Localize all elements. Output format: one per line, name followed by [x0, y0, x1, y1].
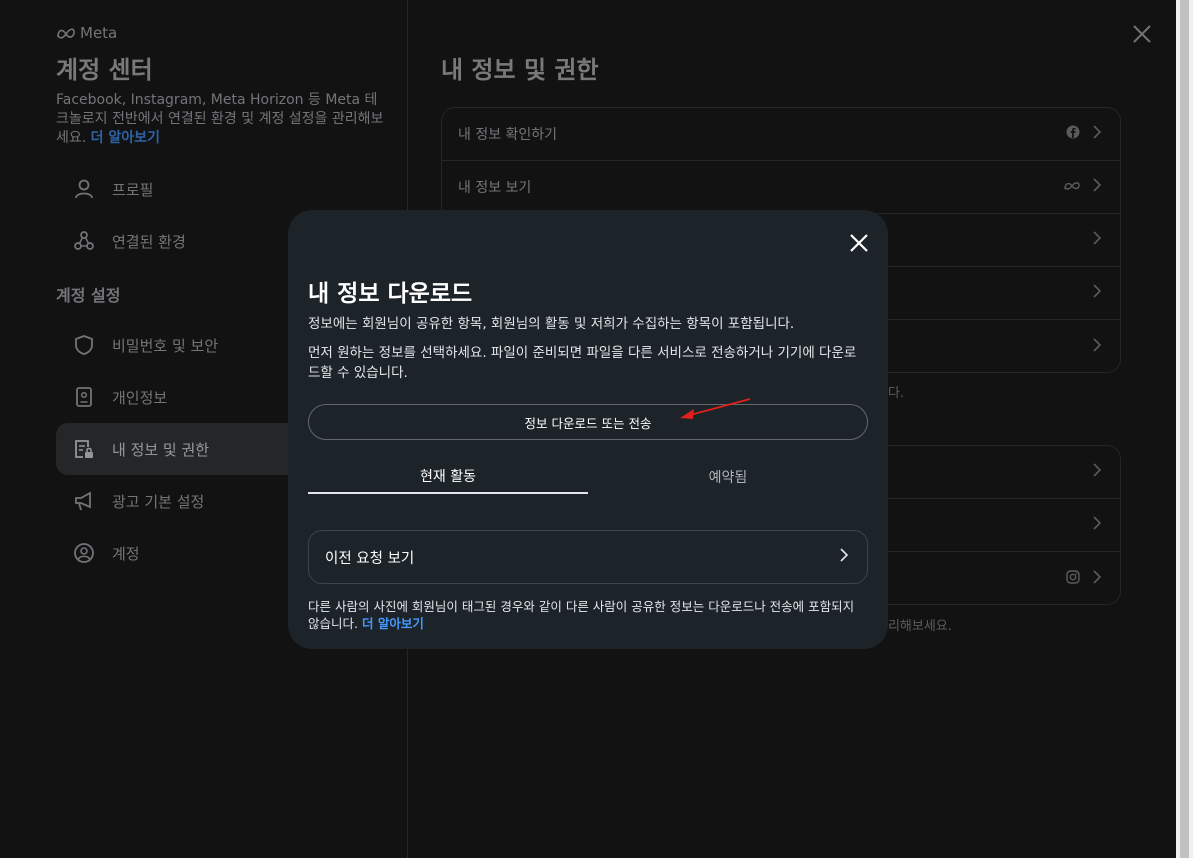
- tab-scheduled[interactable]: 예약됨: [588, 460, 868, 494]
- dialog-footnote: 다른 사람의 사진에 회원님이 태그된 경우와 같이 다른 사람이 공유한 정보…: [308, 598, 868, 632]
- tab-current-activity[interactable]: 현재 활동: [308, 460, 588, 494]
- request-tabs: 현재 활동 예약됨: [308, 460, 868, 494]
- close-dialog-button[interactable]: [848, 232, 870, 254]
- view-previous-requests-row[interactable]: 이전 요청 보기: [308, 530, 868, 584]
- download-info-dialog: 내 정보 다운로드 정보에는 회원님이 공유한 항목, 회원님의 활동 및 저희…: [288, 210, 888, 649]
- history-label: 이전 요청 보기: [325, 550, 415, 567]
- accounts-center-page: Meta 계정 센터 Facebook, Instagram, Meta Hor…: [0, 0, 1193, 858]
- download-or-transfer-button[interactable]: 정보 다운로드 또는 전송: [308, 404, 868, 440]
- dialog-title: 내 정보 다운로드: [308, 281, 473, 307]
- chevron-right-icon: [839, 548, 849, 566]
- footnote-learn-more-link[interactable]: 더 알아보기: [362, 616, 424, 631]
- window-scrollbar[interactable]: [1176, 0, 1193, 858]
- close-icon: [850, 234, 868, 252]
- dialog-description-2: 먼저 원하는 정보를 선택하세요. 파일이 준비되면 파일을 다른 서비스로 전…: [308, 345, 857, 381]
- dialog-description-1: 정보에는 회원님이 공유한 항목, 회원님의 활동 및 저희가 수집하는 항목이…: [308, 316, 795, 332]
- scrollbar-thumb[interactable]: [1180, 0, 1189, 858]
